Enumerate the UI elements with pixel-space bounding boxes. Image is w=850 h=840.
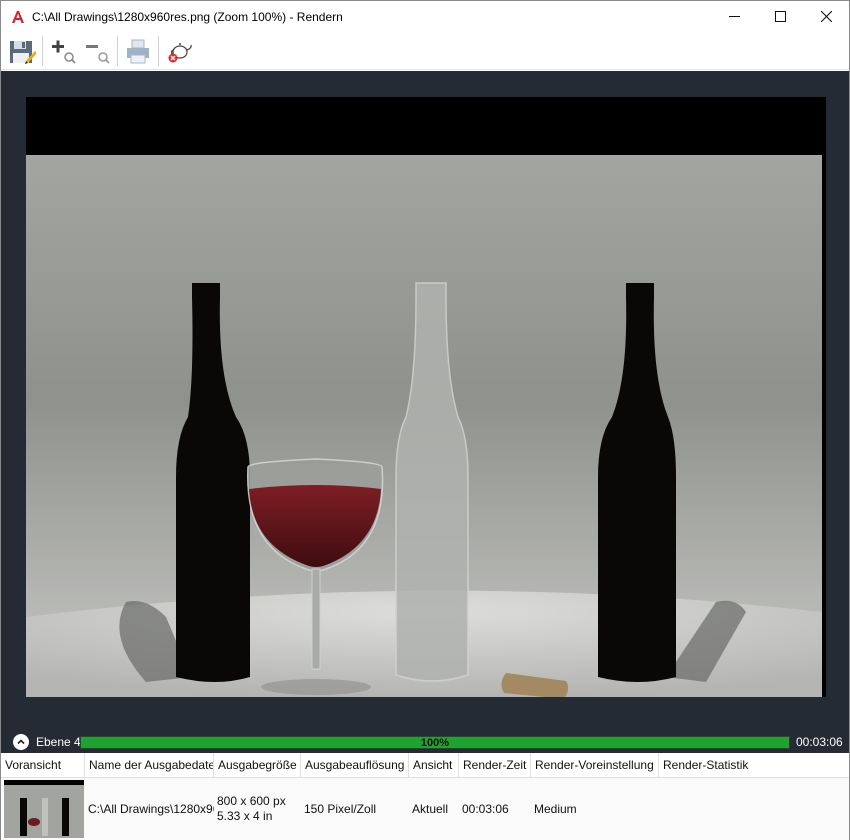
toolbar-separator: [158, 35, 159, 66]
view-cell: Aktuell: [412, 802, 449, 816]
close-icon: [820, 11, 832, 22]
printer-icon: [127, 39, 149, 63]
column-header-render-preset[interactable]: Render-Voreinstellung: [531, 753, 659, 778]
output-resolution-cell: 150 Pixel/Zoll: [304, 802, 377, 816]
render-level-label: Ebene 4: [36, 735, 81, 749]
toolbar: [1, 32, 849, 70]
zoom-out-icon: [86, 44, 110, 64]
render-history-table: Voransicht Name der Ausgabedatei Ausgabe…: [1, 753, 849, 840]
autocad-logo-icon: [10, 9, 26, 25]
print-button[interactable]: [121, 34, 155, 68]
table-row[interactable]: C:\All Drawings\1280x960res.png 800 x 60…: [1, 778, 849, 840]
column-header-view[interactable]: Ansicht: [409, 753, 459, 778]
zoom-in-button[interactable]: [46, 34, 80, 68]
save-button[interactable]: [5, 34, 39, 68]
render-time-cell: 00:03:06: [462, 802, 509, 816]
maximize-icon: [774, 11, 786, 22]
render-viewport[interactable]: [1, 71, 849, 731]
window-controls: [711, 1, 849, 32]
toolbar-separator: [117, 35, 118, 66]
output-size-inches: 5.33 x 4 in: [217, 809, 273, 823]
output-size-pixels: 800 x 600 px: [217, 794, 286, 808]
render-preset-cell: Medium: [534, 802, 577, 816]
filename-cell: C:\All Drawings\1280x960res.png: [88, 802, 214, 816]
minimize-button[interactable]: [711, 1, 757, 32]
floppy-disk-icon: [10, 40, 36, 64]
preview-cell: [1, 780, 85, 838]
column-header-preview[interactable]: Voransicht: [1, 753, 85, 778]
collapse-history-button[interactable]: [13, 734, 29, 750]
render-thumbnail: [4, 780, 84, 838]
column-header-output-size[interactable]: Ausgabegröße: [214, 753, 301, 778]
column-header-output-resolution[interactable]: Ausgabeauflösung: [301, 753, 409, 778]
zoom-in-icon: [52, 40, 76, 64]
teapot-cancel-icon: [168, 42, 192, 62]
close-button[interactable]: [803, 1, 849, 32]
column-header-filename[interactable]: Name der Ausgabedatei: [85, 753, 214, 778]
column-header-render-time[interactable]: Render-Zeit: [459, 753, 531, 778]
render-window: C:\All Drawings\1280x960res.png (Zoom 10…: [0, 0, 850, 840]
title-bar: C:\All Drawings\1280x960res.png (Zoom 10…: [1, 1, 849, 32]
column-header-render-stats[interactable]: Render-Statistik: [659, 753, 848, 778]
cancel-render-button[interactable]: [162, 34, 196, 68]
table-header: Voransicht Name der Ausgabedatei Ausgabe…: [1, 753, 849, 778]
output-size-cell: 800 x 600 px 5.33 x 4 in: [214, 794, 301, 824]
window-title: C:\All Drawings\1280x960res.png (Zoom 10…: [32, 9, 343, 24]
minimize-icon: [728, 16, 740, 17]
toolbar-separator: [42, 35, 43, 66]
progress-percentage: 100%: [420, 736, 450, 749]
render-progress-bar: 100%: [80, 735, 790, 749]
zoom-out-button[interactable]: [80, 34, 114, 68]
maximize-button[interactable]: [757, 1, 803, 32]
elapsed-time: 00:03:06: [796, 735, 843, 749]
render-status-bar: Ebene 4 100% 00:03:06: [1, 731, 849, 753]
rendered-image: [26, 97, 826, 697]
chevron-up-icon: [17, 739, 25, 745]
